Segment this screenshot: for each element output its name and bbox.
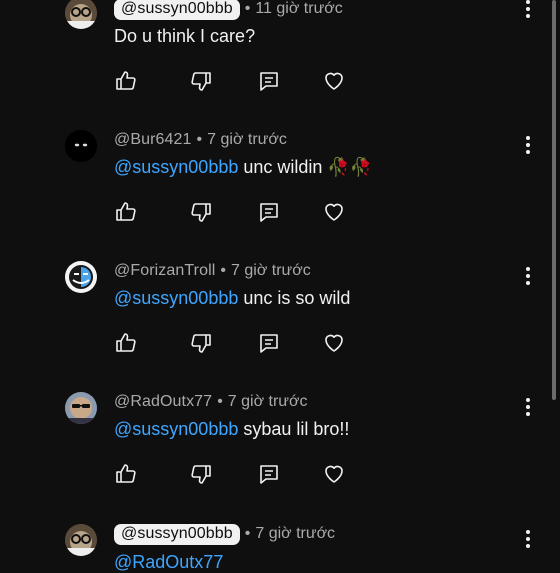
comment-text-content: Do u think I care? (114, 26, 256, 46)
dislike-button[interactable] (189, 331, 213, 355)
like-button[interactable] (114, 69, 138, 93)
like-button[interactable] (114, 462, 138, 486)
comment-timestamp: 7 giờ trước (207, 131, 287, 148)
comment-timestamp: 7 giờ trước (231, 262, 311, 279)
comment-text: @sussyn00bbb unc wildin 🥀🥀 (114, 157, 372, 178)
more-options-button[interactable] (518, 527, 538, 551)
mention-link[interactable]: @RadOutx77 (114, 552, 223, 572)
more-options-button[interactable] (518, 264, 538, 288)
like-button[interactable] (114, 331, 138, 355)
reply-button[interactable] (257, 69, 281, 93)
separator-dot: • (217, 393, 223, 410)
reply-icon (260, 72, 278, 91)
more-vertical-icon (526, 0, 530, 18)
comment-author-handle[interactable]: @sussyn00bbb (114, 0, 240, 20)
scrollbar[interactable] (552, 0, 556, 400)
reply-icon (260, 465, 278, 484)
thumbs-down-icon (191, 72, 211, 91)
comment-text-content: sybau lil bro!! (238, 419, 350, 439)
comment-author-handle[interactable]: @ForizanTroll (114, 262, 215, 280)
comment-text-content: unc is so wild (243, 288, 351, 308)
heart-button[interactable] (322, 331, 346, 355)
comment-timestamp: 7 giờ trước (255, 525, 336, 542)
thumbs-down-icon (191, 465, 211, 484)
like-button[interactable] (114, 200, 138, 224)
separator-dot: • (196, 131, 203, 148)
thumbs-down-icon (191, 203, 211, 222)
thumbs-up-icon (116, 202, 136, 221)
avatar-glasses-cat-icon (65, 524, 97, 556)
heart-button[interactable] (322, 200, 346, 224)
avatar[interactable] (65, 130, 97, 162)
comment-author-handle[interactable]: @Bur6421 (114, 131, 192, 149)
comment-header: @RadOutx77 • 7 giờ trước (114, 390, 308, 414)
comment-author-handle[interactable]: @RadOutx77 (114, 393, 212, 411)
comment-header: @sussyn00bbb • 11 giờ trước (114, 0, 343, 21)
thumbs-up-icon (116, 71, 136, 90)
comment-timestamp: 11 giờ trước (255, 0, 343, 17)
comment-timestamp: 7 giờ trước (227, 393, 308, 410)
reply-button[interactable] (257, 200, 281, 224)
reply-icon (260, 203, 278, 222)
comment-text: Do u think I care? (114, 26, 255, 47)
avatar-sunglasses-man-icon (65, 392, 97, 424)
heart-icon (325, 203, 343, 221)
thumbs-up-icon (116, 464, 136, 483)
thumbs-up-icon (116, 333, 136, 352)
dislike-button[interactable] (189, 200, 213, 224)
comment-text-content: unc wildin 🥀🥀 (243, 157, 373, 177)
mention-link[interactable]: @sussyn00bbb (114, 288, 238, 308)
heart-button[interactable] (322, 69, 346, 93)
mention-link[interactable]: @sussyn00bbb (114, 157, 238, 177)
avatar-dark-eyes-icon (65, 130, 97, 162)
comment-text: @RadOutx77 (114, 552, 223, 573)
avatar[interactable] (65, 261, 97, 293)
more-options-button[interactable] (518, 0, 538, 21)
avatar[interactable] (65, 0, 97, 29)
avatar-glasses-cat-icon (65, 0, 97, 29)
comment-header: @Bur6421 • 7 giờ trước (114, 128, 287, 152)
dislike-button[interactable] (189, 69, 213, 93)
comment-header: @sussyn00bbb • 7 giờ trước (114, 522, 335, 546)
heart-icon (325, 465, 343, 483)
heart-icon (325, 334, 343, 352)
more-vertical-icon (526, 267, 530, 285)
comment-author-handle[interactable]: @sussyn00bbb (114, 523, 240, 545)
avatar[interactable] (65, 392, 97, 424)
separator-dot: • (244, 525, 251, 542)
avatar[interactable] (65, 524, 97, 556)
heart-button[interactable] (322, 462, 346, 486)
avatar-troll-face-icon (65, 261, 97, 293)
separator-dot: • (220, 262, 227, 279)
more-options-button[interactable] (518, 133, 538, 157)
more-vertical-icon (526, 530, 530, 548)
more-vertical-icon (526, 136, 530, 154)
thumbs-down-icon (191, 334, 211, 353)
comment-header: @ForizanTroll • 7 giờ trước (114, 259, 311, 283)
separator-dot: • (244, 0, 251, 17)
reply-icon (260, 334, 278, 353)
reply-button[interactable] (257, 462, 281, 486)
dislike-button[interactable] (189, 462, 213, 486)
more-options-button[interactable] (518, 395, 538, 419)
reply-button[interactable] (257, 331, 281, 355)
comment-text: @sussyn00bbb unc is so wild (114, 288, 350, 309)
mention-link[interactable]: @sussyn00bbb (114, 419, 238, 439)
heart-icon (325, 72, 343, 90)
more-vertical-icon (526, 398, 530, 416)
comment-text: @sussyn00bbb sybau lil bro!! (114, 419, 349, 440)
